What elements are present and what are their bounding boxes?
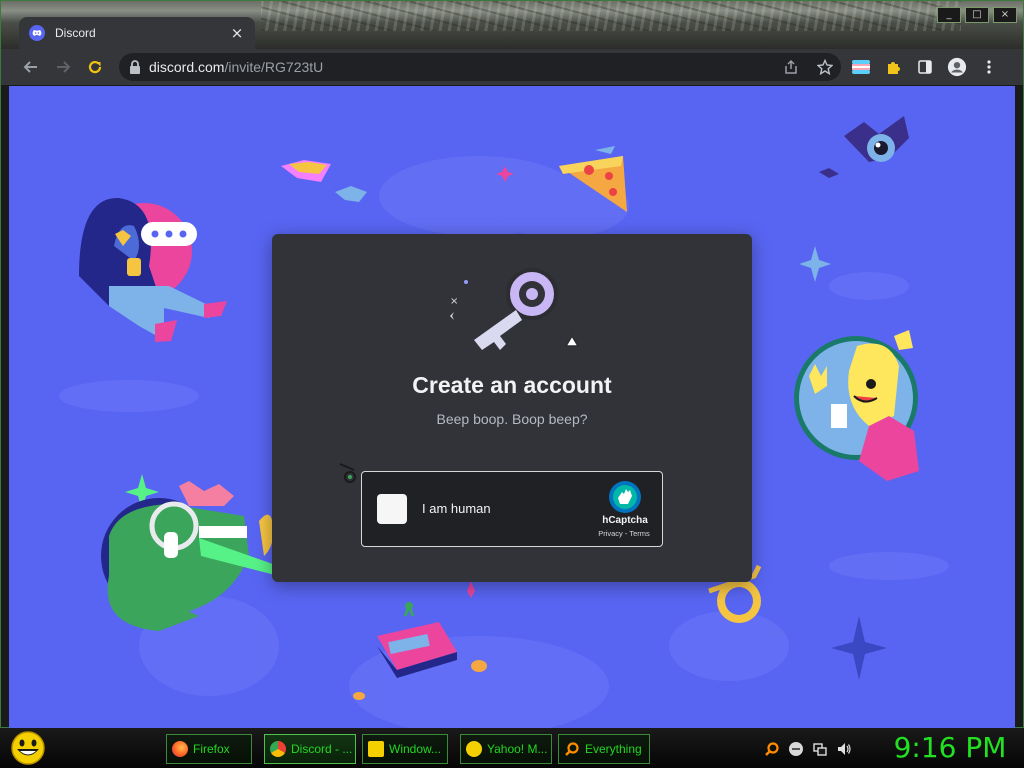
- maximize-button[interactable]: □: [965, 7, 989, 23]
- browser-window: Discord × _ □ × discord.com/invite/RG723…: [0, 0, 1024, 728]
- forward-button[interactable]: [47, 51, 79, 83]
- messenger-tray-icon[interactable]: [788, 741, 804, 757]
- back-button[interactable]: [15, 51, 47, 83]
- hcaptcha-logo-icon: [609, 481, 641, 513]
- puzzle-extension-icon[interactable]: [883, 57, 903, 77]
- green-dinosaur-illustration: [101, 481, 284, 631]
- title-bar-texture: [261, 1, 961, 31]
- chrome-icon: [270, 741, 286, 757]
- reload-button[interactable]: [79, 51, 111, 83]
- taskbar: Firefox Discord - ... Window... Yahoo! M…: [0, 728, 1024, 768]
- hcaptcha-widget[interactable]: I am human hCaptcha Privacy - Terms: [361, 471, 663, 547]
- hcaptcha-links: Privacy - Terms: [586, 529, 662, 538]
- url-domain: discord.com: [149, 59, 225, 75]
- terms-link[interactable]: Terms: [629, 529, 649, 538]
- discord-favicon-icon: [29, 25, 45, 41]
- modal-subtitle: Beep boop. Boop beep?: [436, 411, 588, 427]
- title-bar: Discord × _ □ ×: [1, 1, 1023, 49]
- taskbar-button-discord[interactable]: Discord - ...: [264, 734, 356, 764]
- tab-discord[interactable]: Discord ×: [19, 17, 255, 49]
- yahoo-messenger-icon: [466, 741, 482, 757]
- side-panel-icon[interactable]: [915, 57, 935, 77]
- modal-title: Create an account: [412, 372, 612, 398]
- search-icon: [565, 742, 579, 756]
- everything-tray-icon[interactable]: [764, 741, 780, 757]
- svg-text:×: ×: [450, 296, 458, 307]
- taskbar-label: Firefox: [193, 742, 230, 756]
- bookmark-star-icon[interactable]: [817, 59, 833, 75]
- url-path: /invite/RG723tU: [224, 59, 324, 75]
- key-icon: ×: [450, 268, 580, 350]
- menu-kebab-icon[interactable]: [979, 57, 999, 77]
- taskbar-button-everything[interactable]: Everything: [558, 734, 650, 764]
- minimize-button[interactable]: _: [937, 7, 961, 23]
- girl-with-drink-illustration: [794, 330, 919, 481]
- flying-books-illustration: [281, 160, 367, 202]
- taskbar-button-windows[interactable]: Window...: [362, 734, 448, 764]
- reload-icon: [88, 60, 102, 74]
- tab-close-icon[interactable]: ×: [229, 24, 245, 42]
- create-account-modal: × Create an account Beep boop. Boop beep…: [272, 234, 752, 582]
- omnibox-icons: [783, 53, 833, 81]
- start-smiley-icon[interactable]: [6, 730, 48, 766]
- bat-creature-illustration: [819, 116, 909, 178]
- privacy-link[interactable]: Privacy: [598, 529, 623, 538]
- system-tray: [764, 734, 852, 764]
- discord-invite-page: × Create an account Beep boop. Boop beep…: [9, 86, 1015, 728]
- network-tray-icon[interactable]: [812, 741, 828, 757]
- captcha-checkbox[interactable]: [377, 494, 407, 524]
- taskbar-label: Everything: [585, 742, 642, 756]
- taskbar-label: Window...: [389, 742, 442, 756]
- lock-icon: [130, 60, 140, 74]
- profile-avatar-icon[interactable]: [947, 57, 967, 77]
- captcha-label: I am human: [422, 501, 491, 516]
- share-icon[interactable]: [783, 59, 799, 75]
- hcaptcha-brand: hCaptcha: [602, 515, 648, 526]
- taskbar-button-firefox[interactable]: Firefox: [166, 734, 252, 764]
- arrow-left-icon: [23, 61, 37, 73]
- address-bar[interactable]: discord.com/invite/RG723tU: [119, 53, 841, 81]
- taskbar-button-yahoo[interactable]: Yahoo! M...: [460, 734, 552, 764]
- taskbar-label: Yahoo! M...: [487, 742, 548, 756]
- taskbar-label: Discord - ...: [291, 742, 353, 756]
- tab-title: Discord: [55, 26, 96, 40]
- firefox-icon: [172, 741, 188, 757]
- taskbar-clock[interactable]: 9:16 PM: [880, 730, 1020, 766]
- browser-toolbar: discord.com/invite/RG723tU: [1, 49, 1023, 85]
- flag-extension-icon[interactable]: [851, 57, 871, 77]
- close-window-button[interactable]: ×: [993, 7, 1017, 23]
- arrow-right-icon: [57, 61, 71, 73]
- folder-icon: [368, 741, 384, 757]
- window-controls: _ □ ×: [937, 7, 1017, 23]
- volume-tray-icon[interactable]: [836, 741, 852, 757]
- extension-icons: [851, 49, 999, 85]
- mouse-cursor-icon: [339, 463, 356, 483]
- hooded-character-illustration: [79, 197, 227, 342]
- url-text: discord.com/invite/RG723tU: [149, 59, 323, 75]
